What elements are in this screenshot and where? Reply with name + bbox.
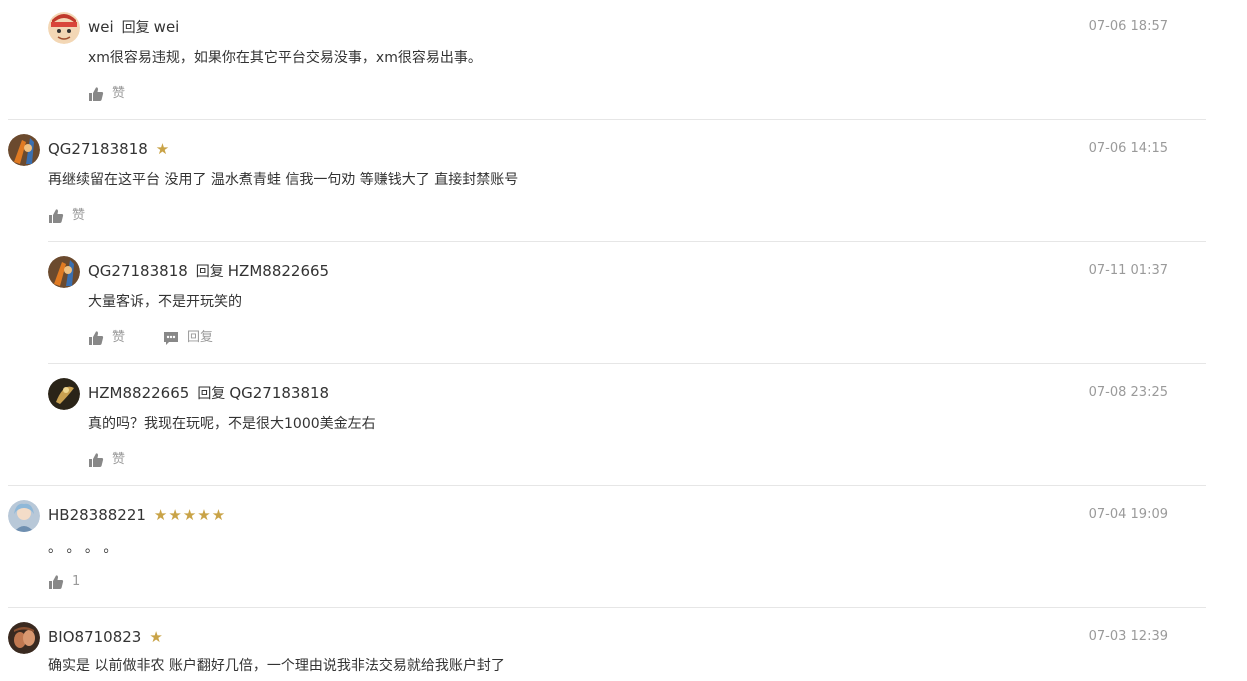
timestamp: 07-04 19:09 — [1088, 507, 1168, 522]
thumbs-up-icon — [89, 87, 104, 101]
like-button[interactable]: 赞 — [88, 328, 125, 348]
like-button[interactable]: 赞 — [88, 84, 125, 104]
timestamp: 07-06 14:15 — [1088, 141, 1168, 156]
thumbs-up-icon — [89, 453, 104, 467]
reply-action-label: 回复 — [187, 330, 214, 345]
username[interactable]: BIO8710823 — [48, 628, 141, 646]
comment-actions: 赞 — [48, 206, 85, 226]
username[interactable]: QG27183818 — [48, 140, 148, 158]
comment-header: HZM8822665 回复 QG27183818 — [88, 382, 329, 404]
comment-item: QG27183818 回复 HZM8822665 07-11 01:37 大量客诉，… — [48, 256, 1206, 364]
divider — [8, 119, 1206, 120]
comment-header: QG27183818 回复 HZM8822665 — [88, 260, 329, 282]
chat-bubble-icon — [164, 332, 179, 345]
rating-stars: ★ — [155, 140, 171, 158]
avatar[interactable] — [48, 256, 80, 288]
comment-text: 确实是 以前做非农 账户翻好几倍，一个理由说我非法交易就给我账户封了 — [48, 658, 505, 674]
comment-actions: 赞 — [88, 450, 125, 470]
divider — [8, 485, 1206, 486]
rating-stars: ★★★★★ — [153, 506, 227, 524]
comment-item: HZM8822665 回复 QG27183818 07-08 23:25 真的吗？我… — [8, 378, 1206, 486]
comment-actions: 赞 — [88, 84, 125, 104]
reply-label: 回复 — [197, 386, 226, 402]
timestamp: 07-11 01:37 — [1088, 263, 1168, 278]
comment-text: 再继续留在这平台 没用了 温水煮青蛙 信我一句劝 等赚钱大了 直接封禁账号 — [48, 172, 519, 188]
comment-item: HB28388221 ★★★★★ 07-04 19:09 。 。 。 。 1 — [8, 500, 1206, 608]
avatar[interactable] — [8, 134, 40, 166]
username[interactable]: QG27183818 — [88, 262, 188, 280]
like-label: 赞 — [72, 208, 86, 223]
like-button[interactable]: 1 — [48, 572, 80, 592]
thumbs-up-icon — [49, 209, 64, 223]
reply-button[interactable]: 回复 — [163, 328, 213, 348]
comment-text: 大量客诉，不是开玩笑的 — [88, 294, 242, 310]
comment-header: BIO8710823 ★ — [48, 626, 164, 648]
username[interactable]: HB28388221 — [48, 506, 146, 524]
like-count: 1 — [72, 574, 81, 589]
comment-text: xm很容易违规，如果你在其它平台交易没事，xm很容易出事。 — [88, 50, 482, 66]
comment-item: wei 回复 wei 07-06 18:57 xm很容易违规，如果你在其它平台交易没… — [8, 12, 1206, 120]
divider — [48, 241, 1206, 242]
thumbs-up-icon — [49, 575, 64, 589]
like-button[interactable]: 赞 — [88, 450, 125, 470]
comment-item: BIO8710823 ★ 07-03 12:39 确实是 以前做非农 账户翻好几倍… — [8, 622, 1206, 681]
like-button[interactable]: 赞 — [48, 206, 85, 226]
reply-target-username[interactable]: HZM8822665 — [228, 262, 329, 280]
comment-item: QG27183818 ★ 07-06 14:15 再继续留在这平台 没用了 温水煮… — [8, 134, 1206, 242]
avatar[interactable] — [48, 12, 80, 44]
reply-label: 回复 — [195, 264, 224, 280]
comment-actions: 赞 回复 — [88, 328, 213, 348]
comment-actions: 1 — [48, 572, 80, 592]
thumbs-up-icon — [89, 331, 104, 345]
avatar[interactable] — [8, 622, 40, 654]
username[interactable]: HZM8822665 — [88, 384, 189, 402]
divider — [48, 363, 1206, 364]
reply-target-username[interactable]: wei — [154, 18, 180, 36]
reply-label: 回复 — [121, 20, 150, 36]
timestamp: 07-08 23:25 — [1088, 385, 1168, 400]
comment-header: wei 回复 wei — [88, 16, 179, 38]
like-label: 赞 — [112, 452, 126, 467]
timestamp: 07-03 12:39 — [1088, 629, 1168, 644]
rating-stars: ★ — [149, 628, 164, 646]
avatar[interactable] — [48, 378, 80, 410]
comment-text: 。 。 。 。 — [48, 540, 118, 556]
divider — [8, 607, 1206, 608]
comment-header: QG27183818 ★ — [48, 138, 170, 160]
username[interactable]: wei — [88, 18, 114, 36]
avatar[interactable] — [8, 500, 40, 532]
reply-target-username[interactable]: QG27183818 — [229, 384, 329, 402]
timestamp: 07-06 18:57 — [1088, 19, 1168, 34]
like-label: 赞 — [112, 330, 126, 345]
comment-text: 真的吗？我现在玩呢，不是很大1000美金左右 — [88, 416, 376, 432]
like-label: 赞 — [112, 86, 126, 101]
comment-header: HB28388221 ★★★★★ — [48, 504, 226, 526]
